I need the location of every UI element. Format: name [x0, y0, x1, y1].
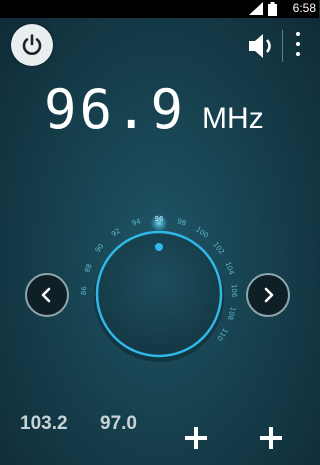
frequency-display: 96.9 MHz: [44, 78, 264, 148]
chevron-left-icon: [41, 287, 51, 303]
preset-station-2[interactable]: 97.0: [100, 413, 137, 435]
dial-tick-label: 88: [83, 263, 94, 274]
overflow-menu-icon[interactable]: [293, 32, 303, 62]
toolbar-divider: [282, 30, 283, 62]
dial-tick-label: 108: [226, 306, 237, 321]
add-preset-button[interactable]: [184, 426, 208, 450]
dial-tick-label: 96: [155, 215, 164, 223]
power-icon: [22, 34, 42, 55]
signal-icon: [249, 2, 263, 15]
preset-station-1[interactable]: 103.2: [20, 413, 68, 435]
dial-tick-label: 110: [215, 327, 229, 343]
chevron-right-icon: [264, 287, 274, 303]
frequency-value: 96.9: [44, 78, 187, 141]
dial-indicator: [155, 243, 163, 251]
dial-tick-label: 106: [230, 284, 239, 298]
status-bar: 6:58: [0, 0, 319, 18]
dial-tick-label: 94: [131, 217, 142, 227]
dial-tick-label: 104: [223, 261, 235, 277]
dial-tick-label: 98: [176, 217, 187, 227]
dial-tick-label: 102: [211, 241, 225, 256]
add-preset-button[interactable]: [259, 426, 283, 450]
next-station-button[interactable]: [246, 273, 290, 317]
dial-tick-label: 92: [110, 227, 122, 239]
power-button[interactable]: [11, 24, 53, 66]
frequency-unit: MHz: [202, 102, 264, 135]
battery-icon: [268, 2, 277, 16]
speaker-icon[interactable]: [245, 30, 277, 62]
previous-station-button[interactable]: [25, 273, 69, 317]
dial-tick-label: 90: [94, 242, 106, 254]
status-time: 6:58: [292, 1, 316, 15]
dial-tick-label: 100: [194, 225, 210, 239]
dial-tick-label: 86: [80, 286, 88, 296]
